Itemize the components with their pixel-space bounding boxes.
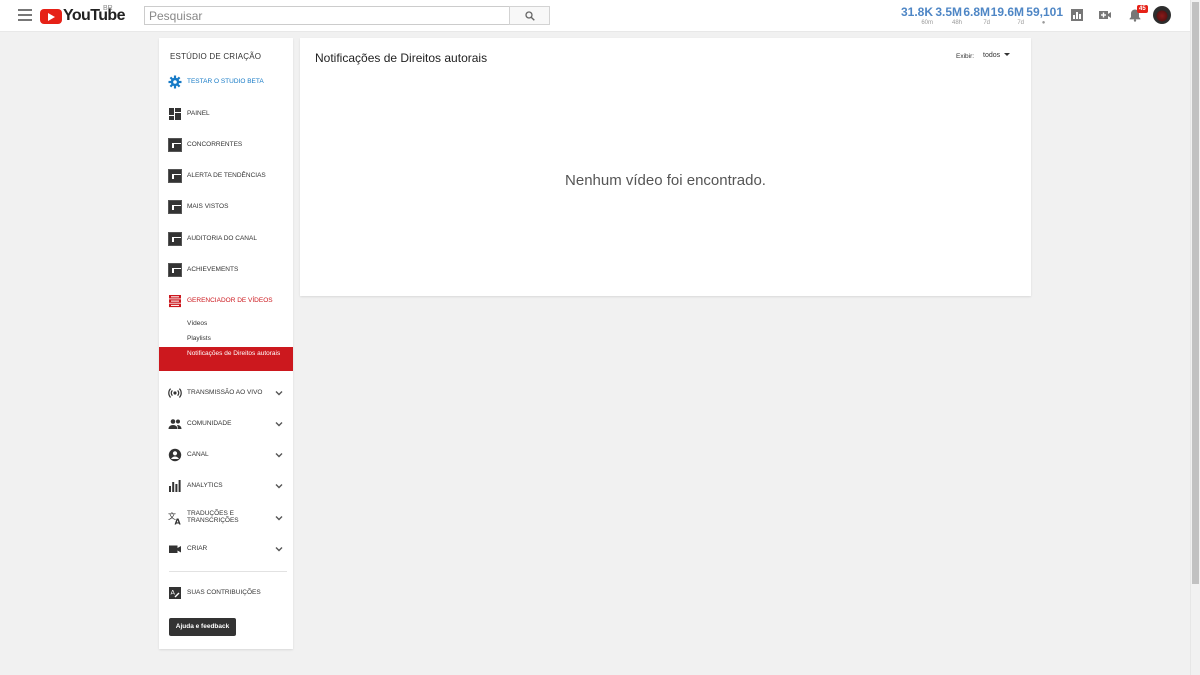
sidebar-item-traducoes[interactable]: 文A TRADUÇÕES E TRANSCRIÇÕES — [159, 506, 293, 530]
sidebar-item-label: CONCORRENTES — [187, 141, 243, 148]
stat-period: 48h — [951, 20, 962, 26]
analytics-icon[interactable] — [1070, 8, 1084, 22]
chevron-down-icon — [275, 453, 283, 458]
sidebar-item-label: TRANSMISSÃO AO VIVO — [187, 389, 263, 396]
top-bar: YouTube BR 31.8K 60m 3.5M 48h 6.8M 7d 19… — [0, 0, 1190, 32]
play-logo-icon — [40, 8, 62, 24]
stat-realtime-views[interactable]: 31.8K 60m — [900, 6, 933, 27]
search-button[interactable] — [509, 6, 550, 25]
sidebar-item-label: AUDITORIA DO CANAL — [187, 235, 257, 242]
stat-7d-views[interactable]: 6.8M 7d — [962, 6, 990, 27]
svg-text:A: A — [175, 518, 182, 526]
sidebar-item-label: CRIAR — [187, 545, 208, 552]
stat-value: 59,101 — [1026, 5, 1063, 19]
sidebar-item-label: MAIS VISTOS — [187, 203, 229, 210]
stat-value: 6.8M — [963, 5, 990, 19]
page-scrollbar[interactable] — [1190, 0, 1200, 675]
sidebar: ESTÚDIO DE CRIAÇÃO TESTAR O STUDIO BETA … — [159, 38, 293, 649]
sidebar-item-label: CANAL — [187, 451, 209, 458]
camera-icon — [169, 545, 181, 553]
vidiq-icon — [168, 138, 182, 152]
main-panel: Notificações de Direitos autorais Exibir… — [300, 38, 1031, 296]
sidebar-item-auditoria-canal[interactable]: AUDITORIA DO CANAL — [159, 227, 293, 251]
country-code: BR — [103, 5, 113, 12]
search-input[interactable] — [145, 7, 509, 25]
sidebar-item-label: GERENCIADOR DE VÍDEOS — [187, 297, 273, 304]
logo-text: YouTube — [63, 7, 125, 24]
stat-subscribers[interactable]: 59,101 ● — [1024, 6, 1063, 27]
vidiq-icon — [168, 169, 182, 183]
sidebar-item-label: TESTAR O STUDIO BETA — [187, 78, 264, 85]
stat-period: 7d — [983, 20, 990, 26]
sidebar-item-painel[interactable]: PAINEL — [159, 102, 293, 126]
sidebar-item-label: ANALYTICS — [187, 482, 223, 489]
stat-48h-views[interactable]: 3.5M 48h — [933, 6, 962, 27]
sidebar-item-label: PAINEL — [187, 110, 210, 117]
youtube-logo[interactable]: YouTube BR — [40, 5, 125, 25]
stat-value: 31.8K — [900, 5, 933, 19]
sidebar-item-achievements[interactable]: ACHIEVEMENTS — [159, 258, 293, 282]
sidebar-item-gerenciador-videos[interactable]: GERENCIADOR DE VÍDEOS — [159, 289, 293, 313]
sidebar-divider — [169, 571, 287, 572]
translate-icon: 文A — [168, 511, 182, 525]
vidiq-icon — [168, 232, 182, 246]
stat-period: 60m — [921, 20, 933, 26]
sidebar-item-label: SUAS CONTRIBUIÇÕES — [187, 589, 261, 596]
sidebar-item-criar[interactable]: CRIAR — [159, 537, 293, 561]
menu-icon[interactable] — [18, 9, 32, 23]
vidiq-icon — [168, 263, 182, 277]
chevron-down-icon — [275, 422, 283, 427]
sidebar-title: ESTÚDIO DE CRIAÇÃO — [170, 52, 262, 61]
stat-7d-watch-time[interactable]: 19.6M 7d — [990, 6, 1024, 27]
upload-video-icon[interactable] — [1098, 8, 1112, 22]
dashboard-icon — [169, 108, 181, 120]
chevron-down-icon — [275, 516, 283, 521]
sidebar-item-canal[interactable]: CANAL — [159, 443, 293, 467]
channel-icon — [168, 448, 182, 462]
sidebar-item-transmissao[interactable]: TRANSMISSÃO AO VIVO — [159, 381, 293, 405]
svg-text:A: A — [171, 589, 176, 597]
sidebar-item-mais-vistos[interactable]: MAIS VISTOS — [159, 195, 293, 219]
sidebar-item-label: COMUNIDADE — [187, 420, 232, 427]
lock-icon: ● — [1041, 20, 1046, 26]
chevron-down-icon — [275, 391, 283, 396]
sidebar-item-label: TRADUÇÕES E TRANSCRIÇÕES — [187, 510, 239, 524]
video-manager-icon — [169, 295, 181, 308]
sidebar-item-comunidade[interactable]: COMUNIDADE — [159, 412, 293, 436]
filter-dropdown[interactable]: todos — [983, 52, 1010, 59]
sidebar-item-alerta-tendencias[interactable]: ALERTA DE TENDÊNCIAS — [159, 164, 293, 188]
stat-period: 7d — [1017, 20, 1024, 26]
chevron-down-icon — [275, 484, 283, 489]
help-feedback-button[interactable]: Ajuda e feedback — [169, 618, 236, 636]
filter-label: Exibir: — [956, 53, 975, 60]
search-box — [144, 6, 510, 25]
vidiq-icon — [168, 200, 182, 214]
search-icon — [525, 11, 535, 21]
stat-value: 19.6M — [990, 5, 1024, 19]
community-icon — [168, 419, 182, 429]
sidebar-subitem-playlists[interactable]: Playlists — [159, 335, 293, 342]
sidebar-item-concorrentes[interactable]: CONCORRENTES — [159, 133, 293, 157]
empty-state-message: Nenhum vídeo foi encontrado. — [565, 172, 766, 189]
live-broadcast-icon — [168, 388, 182, 398]
contributions-icon: A — [169, 587, 181, 599]
sidebar-subitem-videos[interactable]: Vídeos — [159, 320, 293, 327]
page-title: Notificações de Direitos autorais — [315, 51, 488, 65]
scrollbar-thumb[interactable] — [1192, 2, 1199, 584]
sidebar-subitem-copyright-notices[interactable]: Notificações de Direitos autorais — [159, 347, 293, 371]
sidebar-item-analytics[interactable]: ANALYTICS — [159, 474, 293, 498]
analytics-icon — [169, 480, 181, 492]
sidebar-item-studio-beta[interactable]: TESTAR O STUDIO BETA — [159, 70, 293, 94]
gear-icon — [168, 75, 182, 89]
sidebar-item-contribuicoes[interactable]: A SUAS CONTRIBUIÇÕES — [159, 581, 293, 605]
notification-badge: 45 — [1137, 5, 1148, 13]
sidebar-item-label: ALERTA DE TENDÊNCIAS — [187, 172, 266, 179]
stat-value: 3.5M — [935, 5, 962, 19]
avatar[interactable] — [1153, 6, 1171, 24]
sidebar-item-label: ACHIEVEMENTS — [187, 266, 239, 273]
chevron-down-icon — [275, 547, 283, 552]
